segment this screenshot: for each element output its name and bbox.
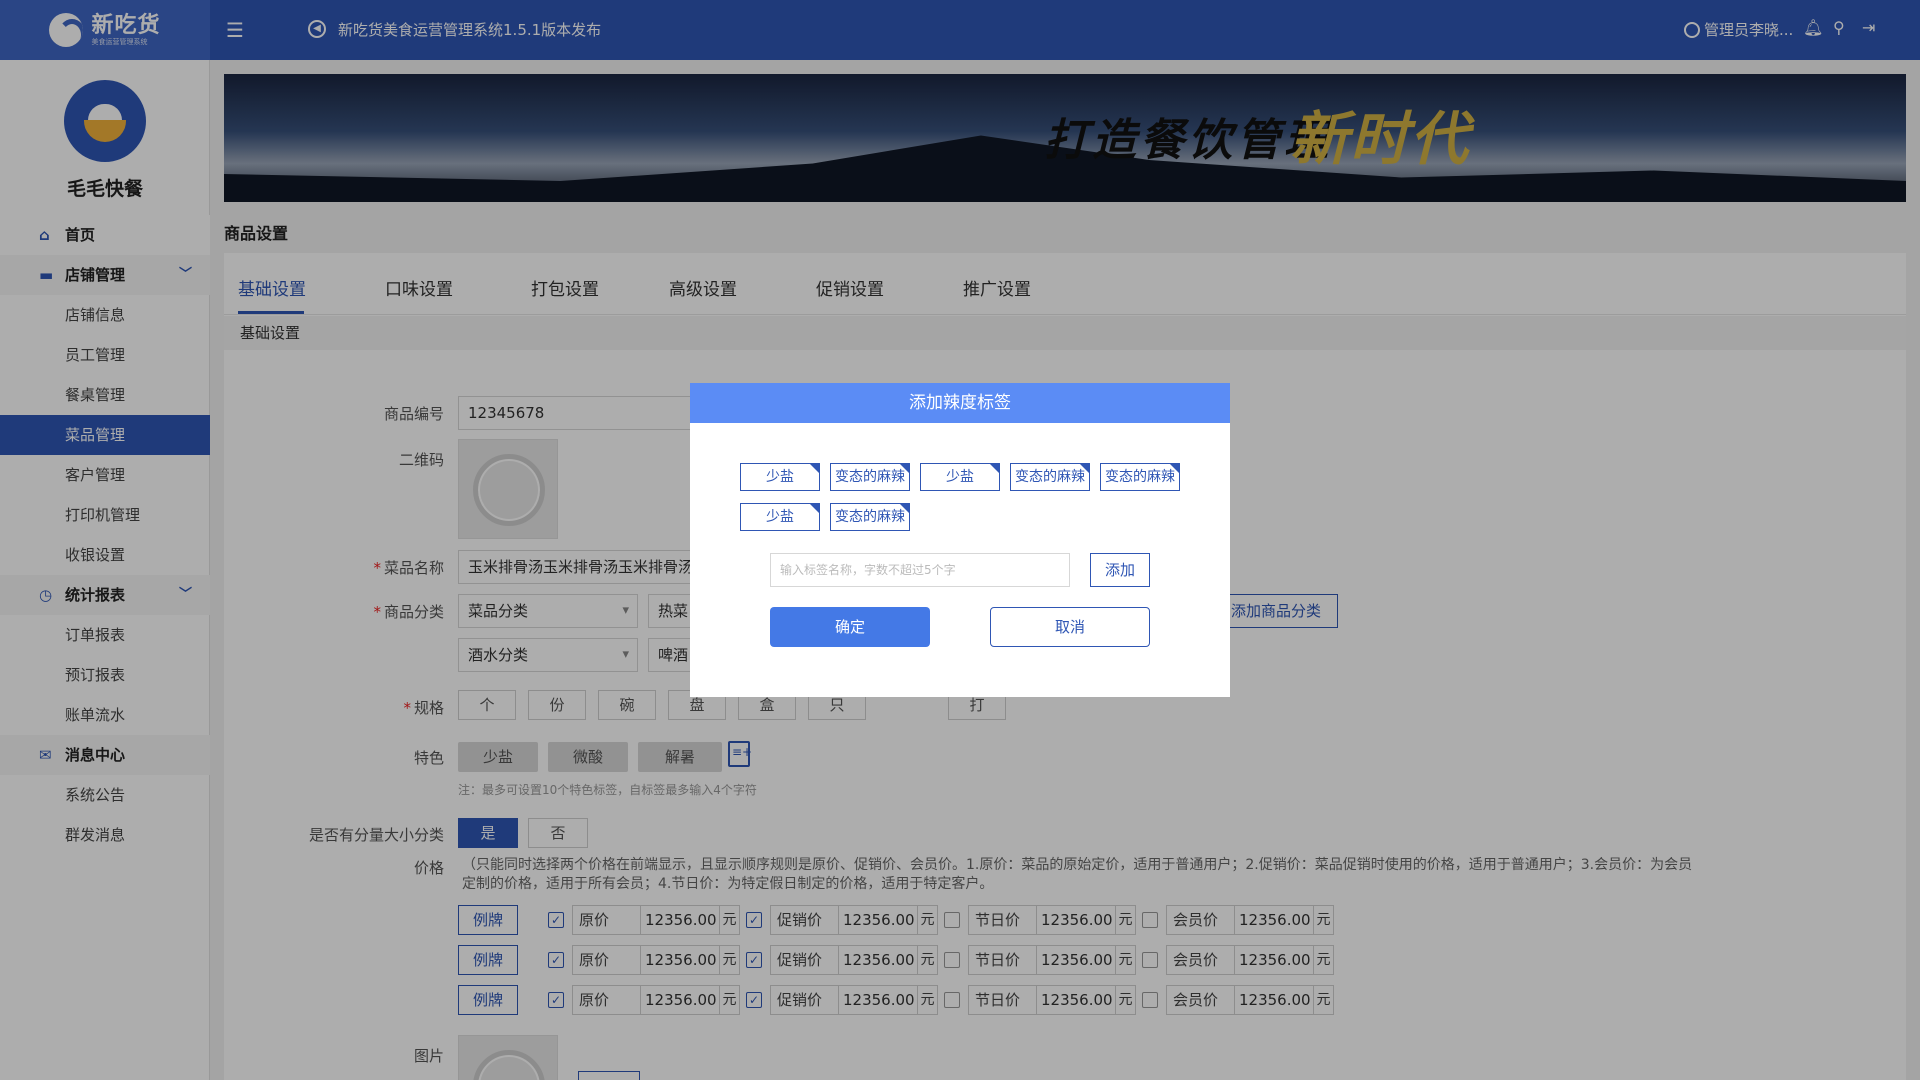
tag-chip[interactable]: 变态的麻辣 [1100,463,1180,491]
cancel-button[interactable]: 取消 [990,607,1150,647]
tag-chip[interactable]: 少盐 [920,463,1000,491]
tag-chip[interactable]: 变态的麻辣 [1010,463,1090,491]
add-tag-button[interactable]: 添加 [1090,553,1150,587]
confirm-button[interactable]: 确定 [770,607,930,647]
tag-chip[interactable]: 少盐 [740,463,820,491]
tag-name-input[interactable]: 输入标签名称，字数不超过5个字 [770,553,1070,587]
tag-chip[interactable]: 少盐 [740,503,820,531]
tag-chip[interactable]: 变态的麻辣 [830,503,910,531]
dialog-title: 添加辣度标签 [690,383,1230,423]
tag-chip[interactable]: 变态的麻辣 [830,463,910,491]
add-spicy-tag-dialog: 添加辣度标签 少盐 变态的麻辣 少盐 变态的麻辣 变态的麻辣 少盐 变态的麻辣 … [690,383,1230,697]
